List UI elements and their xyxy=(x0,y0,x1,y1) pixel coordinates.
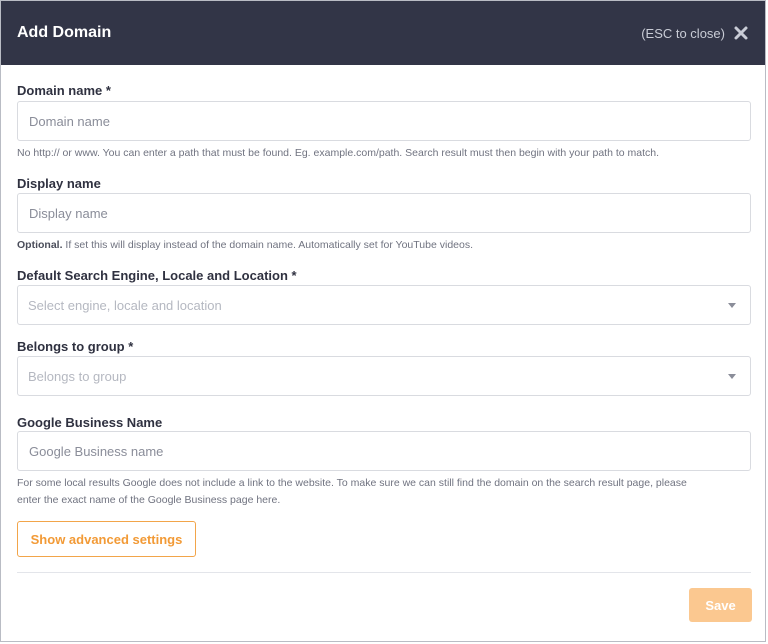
group-select[interactable]: Belongs to group xyxy=(17,356,751,396)
footer-divider xyxy=(17,572,751,573)
display-name-help-text: If set this will display instead of the … xyxy=(62,239,473,251)
google-business-help-line1: For some local results Google does not i… xyxy=(17,477,687,489)
search-engine-select[interactable]: Select engine, locale and location xyxy=(17,285,751,325)
display-name-help: Optional. If set this will display inste… xyxy=(17,237,473,254)
google-business-label: Google Business Name xyxy=(17,415,163,430)
google-business-help-line2: enter the exact name of the Google Busin… xyxy=(17,494,281,506)
modal-title: Add Domain xyxy=(17,24,112,41)
display-name-input[interactable] xyxy=(17,193,751,233)
search-engine-placeholder: Select engine, locale and location xyxy=(28,297,222,313)
display-name-label: Display name xyxy=(17,176,101,191)
chevron-down-icon xyxy=(728,373,736,379)
search-engine-label: Default Search Engine, Locale and Locati… xyxy=(17,268,297,283)
modal-header: Add Domain (ESC to close) xyxy=(1,1,765,65)
domain-name-label: Domain name * xyxy=(17,83,111,98)
show-advanced-settings-button[interactable]: Show advanced settings xyxy=(17,521,196,557)
domain-name-input[interactable] xyxy=(17,101,751,141)
add-domain-modal: Add Domain (ESC to close) Domain name * … xyxy=(0,0,766,642)
save-button[interactable]: Save xyxy=(689,588,752,622)
esc-hint: (ESC to close) xyxy=(641,25,725,41)
optional-label: Optional. xyxy=(17,239,63,251)
group-label: Belongs to group * xyxy=(17,339,134,354)
group-placeholder: Belongs to group xyxy=(28,368,127,384)
close-icon[interactable] xyxy=(733,25,749,41)
domain-name-help: No http:// or www. You can enter a path … xyxy=(17,147,660,159)
close-area[interactable]: (ESC to close) xyxy=(641,25,749,41)
chevron-down-icon xyxy=(728,302,736,308)
google-business-input[interactable] xyxy=(17,431,751,471)
